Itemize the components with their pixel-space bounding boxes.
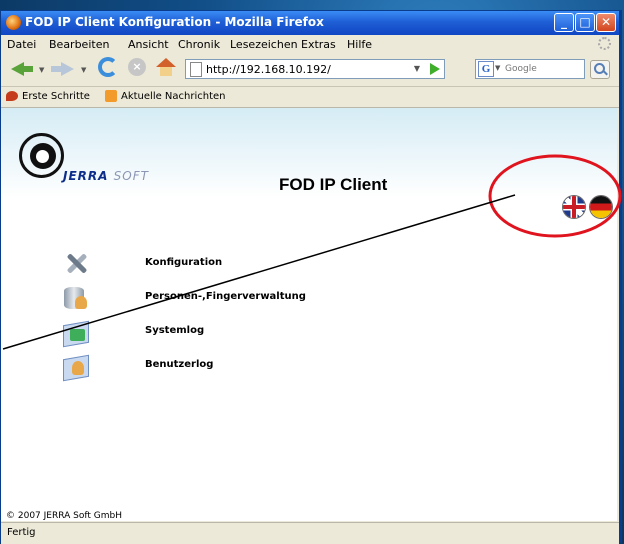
back-arrow-icon[interactable]: [11, 59, 37, 79]
forward-arrow-icon[interactable]: [51, 59, 77, 79]
menu-bar: Datei Bearbeiten Ansicht Chronik Lesezei…: [1, 35, 619, 54]
database-user-icon: [61, 285, 89, 311]
bookmarks-toolbar: Erste Schritte Aktuelle Nachrichten: [1, 87, 619, 108]
google-engine-icon[interactable]: G: [478, 61, 494, 77]
search-input[interactable]: [505, 61, 583, 77]
menu-item-systemlog[interactable]: Systemlog: [61, 319, 301, 345]
logo-suffix: SOFT: [113, 169, 149, 183]
page-content: JERRA SOFT FOD IP Client Konfiguration P…: [1, 108, 617, 521]
page-icon: [190, 62, 202, 77]
url-bar[interactable]: ▼: [185, 59, 445, 79]
page-title: FOD IP Client: [279, 175, 388, 194]
menu-ansicht[interactable]: Ansicht: [128, 38, 169, 51]
url-history-dropdown[interactable]: ▼: [414, 64, 420, 73]
userlog-icon: [61, 353, 89, 379]
close-button[interactable]: ✕: [596, 13, 616, 32]
menu-item-label[interactable]: Personen-,Fingerverwaltung: [145, 291, 306, 302]
rss-feed-icon: [105, 90, 117, 102]
search-engine-dropdown[interactable]: ▼: [495, 64, 500, 72]
home-icon[interactable]: [156, 58, 176, 76]
menu-chronik[interactable]: Chronik: [178, 38, 220, 51]
menu-item-label[interactable]: Systemlog: [145, 325, 204, 336]
reload-icon[interactable]: [98, 57, 118, 77]
menu-item-label[interactable]: Benutzerlog: [145, 359, 213, 370]
minimize-button[interactable]: _: [554, 13, 574, 32]
navigation-toolbar: ▼ ▼ × ▼ G ▼: [1, 54, 619, 87]
search-bar[interactable]: G ▼: [475, 59, 585, 79]
menu-item-label[interactable]: Konfiguration: [145, 257, 222, 268]
menu-lesezeichen[interactable]: Lesezeichen: [230, 38, 298, 51]
logo-brand: JERRA: [63, 169, 109, 183]
menu-extras[interactable]: Extras: [301, 38, 336, 51]
menu-item-personen-fingerverwaltung[interactable]: Personen-,Fingerverwaltung: [61, 285, 306, 311]
german-flag-icon[interactable]: [590, 196, 612, 218]
menu-item-konfiguration[interactable]: Konfiguration: [61, 251, 301, 277]
menu-datei[interactable]: Datei: [7, 38, 36, 51]
title-bar[interactable]: FOD IP Client Konfiguration - Mozilla Fi…: [1, 11, 619, 35]
systemlog-icon: [61, 319, 89, 345]
menu-hilfe[interactable]: Hilfe: [347, 38, 372, 51]
firefox-icon: [6, 15, 21, 30]
browser-window: FOD IP Client Konfiguration - Mozilla Fi…: [0, 10, 622, 544]
menu-item-benutzerlog[interactable]: Benutzerlog: [61, 353, 301, 379]
bookmark-aktuelle-nachrichten[interactable]: Aktuelle Nachrichten: [121, 91, 226, 102]
url-input[interactable]: [206, 61, 406, 77]
logo-text: JERRA SOFT: [63, 169, 149, 183]
bookmark-erste-schritte[interactable]: Erste Schritte: [22, 91, 90, 102]
jerra-logo-core: [36, 150, 49, 163]
menu-bearbeiten[interactable]: Bearbeiten: [49, 38, 109, 51]
stop-icon[interactable]: ×: [128, 58, 146, 76]
forward-history-dropdown[interactable]: ▼: [81, 66, 86, 74]
status-bar: Fertig: [1, 522, 619, 544]
uk-flag-icon[interactable]: [563, 196, 585, 218]
window-title: FOD IP Client Konfiguration - Mozilla Fi…: [25, 15, 324, 29]
firefox-bookmark-icon: [6, 91, 18, 101]
copyright-footer: © 2007 JERRA Soft GmbH: [6, 511, 122, 521]
back-history-dropdown[interactable]: ▼: [39, 66, 44, 74]
search-magnifier-icon[interactable]: [590, 60, 610, 79]
maximize-button[interactable]: □: [575, 13, 595, 32]
tools-icon: [61, 251, 89, 277]
go-arrow-icon[interactable]: [430, 63, 440, 75]
status-text: Fertig: [7, 527, 36, 538]
activity-throbber-icon: [598, 37, 611, 50]
